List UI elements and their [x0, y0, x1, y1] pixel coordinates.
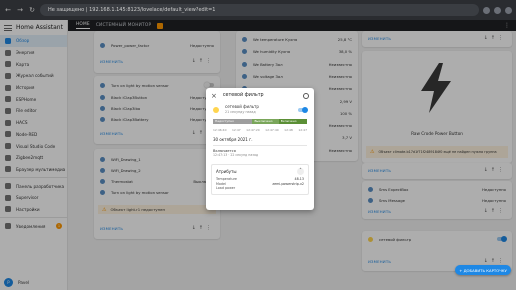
browser-toolbar: ← → ↻ Не защищено | 192.168.1.145:8123/l… — [0, 0, 516, 20]
logbook-date: 30 октября 2021 г. — [213, 137, 253, 142]
power-strip-icon — [213, 106, 219, 113]
timeline-segment[interactable]: Включено — [278, 119, 307, 124]
close-icon[interactable]: × — [211, 92, 217, 100]
chevron-up-icon[interactable]: ˄ — [297, 168, 304, 175]
timeline-axis: 12:46:40 12:47 12:47:20 12:47:40 12:48 12:47 — [213, 128, 307, 132]
dialog-title: сетевой фильтр — [222, 93, 264, 98]
profile-icon[interactable] — [505, 6, 512, 14]
browser-extensions — [483, 6, 512, 14]
timeline-segment[interactable]: Недоступно — [213, 119, 253, 124]
attribute-row: Load power — [216, 186, 236, 191]
entity-state-row: сетевой фильтр 21 секунду назад — [206, 103, 314, 116]
address-bar[interactable]: Не защищено | 192.168.1.145:8123/lovelac… — [40, 4, 479, 16]
screen: ← → ↻ Не защищено | 192.168.1.145:8123/l… — [0, 0, 516, 290]
attributes-panel: Атрибуты ˄ Temperature 48.13 Model zemi.… — [211, 164, 309, 195]
entity-toggle[interactable] — [298, 106, 308, 113]
gear-icon[interactable] — [303, 92, 309, 99]
last-changed: 21 секунду назад — [225, 109, 256, 114]
timeline-segment[interactable]: Выключено — [252, 119, 279, 124]
timeline-tick: 12:47:40 — [265, 128, 279, 132]
timeline-tick: 12:48 — [284, 128, 293, 132]
attributes-header[interactable]: Атрибуты ˄ — [216, 168, 304, 175]
timeline-tick: 12:47:20 — [246, 128, 260, 132]
add-card-button[interactable]: + ДОБАВИТЬ КАРТОЧКУ — [455, 265, 511, 275]
history-timeline[interactable]: Недоступно Выключено Включено — [213, 119, 307, 128]
timeline-tick: 12:47 — [232, 128, 241, 132]
timeline-tick: 12:46:40 — [213, 128, 227, 132]
attributes-title: Атрибуты — [216, 169, 237, 174]
dialog-header: × сетевой фильтр — [206, 88, 314, 103]
timeline-tick: 12:47 — [298, 128, 307, 132]
logbook-entry-time: 12:47:13 · 22 секунд назад — [213, 153, 259, 157]
more-info-dialog: × сетевой фильтр сетевой фильтр 21 секун… — [206, 88, 314, 210]
reload-icon[interactable]: ↻ — [28, 6, 36, 14]
extension-icon[interactable] — [483, 6, 490, 14]
forward-icon[interactable]: → — [16, 6, 24, 14]
entity-name: сетевой фильтр — [225, 103, 259, 109]
divider — [213, 145, 307, 146]
extension-icon[interactable] — [494, 6, 501, 14]
back-icon[interactable]: ← — [4, 6, 12, 14]
